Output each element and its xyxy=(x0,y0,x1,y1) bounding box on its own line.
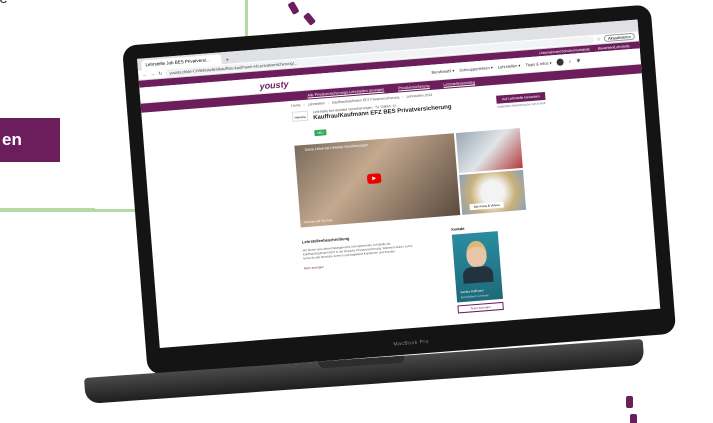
video-player[interactable]: Deine Lehre bei Helvetia Versicherungen … xyxy=(294,133,461,228)
nav-tipps[interactable]: Tipps & Infos ▾ xyxy=(525,60,552,67)
job-description: Lehrstellenbeschreibung Wir bieten eine … xyxy=(302,231,418,325)
forward-icon[interactable]: → xyxy=(150,71,155,77)
background-card-text: hre xyxy=(0,0,8,7)
contact-heading: Kontakt xyxy=(451,226,465,232)
yousty-logo[interactable]: yousty xyxy=(259,79,289,91)
band-link[interactable]: Privatversicherung xyxy=(398,84,430,90)
decor-dash xyxy=(630,414,637,423)
gallery-image[interactable] xyxy=(455,128,523,173)
gallery-thumbnails: Alle Fotos & Videos xyxy=(455,128,527,215)
update-button[interactable]: Aktualisieren xyxy=(603,32,636,43)
new-tab-icon[interactable]: + xyxy=(225,58,229,64)
breadcrumb-item[interactable]: Lehrstellen 2024 xyxy=(406,93,432,99)
nav-lehrstellen[interactable]: Lehrstellen ▾ xyxy=(498,63,521,70)
band-link[interactable]: Lehrstelleneinstieg xyxy=(443,80,475,86)
contact-panel: Kontakt Sandra Hoffmann Berufsbildnerin … xyxy=(451,224,504,314)
contact-role: Berufsbildnerin Lernende xyxy=(460,294,489,300)
background-cta-button: en xyxy=(0,118,60,162)
laptop: Lehrstelle Job BES Privatversi... + ← → … xyxy=(60,4,677,406)
breadcrumb-item[interactable]: Home xyxy=(291,103,301,108)
play-icon[interactable]: ▶ xyxy=(366,173,382,185)
contact-name: Sandra Hoffmann xyxy=(460,288,484,295)
youtube-link[interactable]: Ansehen auf YouTube xyxy=(303,218,333,224)
job-content: Helvetia Lehrstelle bei Helvetia Versich… xyxy=(142,84,659,337)
reload-icon[interactable]: ↻ xyxy=(158,70,163,76)
show-more-link[interactable]: Mehr anzeigen xyxy=(304,258,414,271)
scene: hre en Lehrstelle Job BES Privatversi...… xyxy=(0,0,713,423)
status-badge: NEU xyxy=(314,129,327,137)
company-logo[interactable]: Helvetia xyxy=(291,110,309,122)
details-row: Lehrstellenbeschreibung Wir bieten eine … xyxy=(302,212,660,325)
contact-photo xyxy=(465,240,488,268)
settings-icon[interactable]: ✱ xyxy=(576,58,581,64)
breadcrumb-item[interactable]: Lehrstellen xyxy=(308,101,325,106)
laptop-screen: Lehrstelle Job BES Privatversi... + ← → … xyxy=(122,4,677,375)
browser-window: Lehrstelle Job BES Privatversi... + ← → … xyxy=(137,19,661,348)
gallery-image[interactable]: Alle Fotos & Videos xyxy=(459,169,527,215)
video-title: Deine Lehre bei Helvetia Versicherungen xyxy=(304,142,369,152)
contact-card: Sandra Hoffmann Berufsbildnerin Lernende xyxy=(451,231,504,303)
apply-box: Auf Lehrstelle bewerben Spätestens Bewer… xyxy=(495,91,547,109)
nav-berufswahl[interactable]: Berufswahl ▾ xyxy=(431,68,454,75)
contact-photo-body xyxy=(462,265,494,284)
back-icon[interactable]: ← xyxy=(142,72,147,78)
avatar[interactable] xyxy=(556,58,564,66)
bookmark-icon[interactable]: ☆ xyxy=(596,36,601,42)
all-media-button[interactable]: Alle Fotos & Videos xyxy=(469,201,504,211)
search-icon[interactable]: ⌕ xyxy=(568,58,571,64)
nav-schnupperlehren[interactable]: Schnupperlehren ▾ xyxy=(459,65,493,73)
team-button[interactable]: Team anzeigen xyxy=(457,301,504,314)
